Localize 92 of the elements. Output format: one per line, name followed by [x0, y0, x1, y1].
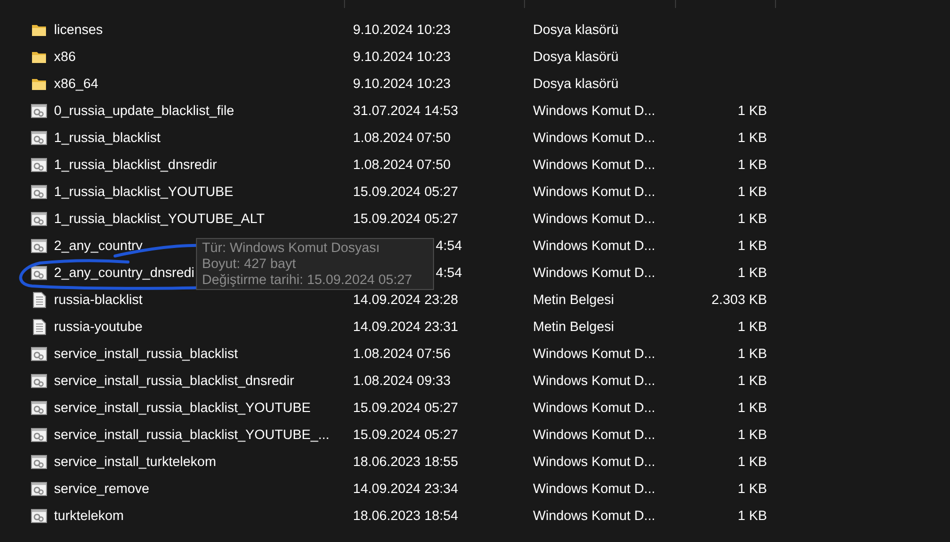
file-name[interactable]: service_install_russia_blacklist_YOUTUBE_...	[54, 427, 330, 442]
file-size: 1 KB	[738, 481, 767, 496]
file-name[interactable]: service_install_russia_blacklist_dnsredir	[54, 373, 294, 388]
file-type: Windows Komut D...	[533, 508, 656, 523]
file-size: 2.303 KB	[711, 292, 767, 307]
file-size: 1 KB	[738, 346, 767, 361]
gear-window-icon	[31, 130, 47, 144]
date-modified: 31.07.2024 14:53	[353, 103, 458, 118]
date-modified: 18.06.2023 18:55	[353, 454, 458, 469]
file-type: Windows Komut D...	[533, 238, 656, 253]
gear-window-icon	[31, 184, 47, 198]
gear-window-icon	[31, 374, 47, 388]
gear-window-icon	[31, 346, 47, 360]
file-name[interactable]: 1_russia_blacklist_YOUTUBE_ALT	[54, 211, 265, 226]
gear-window-icon	[31, 454, 47, 468]
file-type: Windows Komut D...	[533, 130, 656, 145]
text-file-icon	[31, 318, 47, 334]
date-modified: 14.09.2024 23:34	[353, 481, 458, 496]
file-name[interactable]: service_install_turktelekom	[54, 454, 216, 469]
date-modified: 15.09.2024 05:27	[353, 211, 458, 226]
file-name[interactable]: x86_64	[54, 76, 98, 91]
file-name[interactable]: russia-blacklist	[54, 292, 143, 307]
gear-window-icon	[31, 212, 47, 226]
file-name[interactable]: 2_any_country_dnsredi	[54, 265, 194, 280]
tooltip-text: Değiştirme tarihi: 15.09.2024 05:27	[202, 272, 414, 288]
tooltip-text: Tür: Windows Komut Dosyası	[202, 240, 381, 256]
date-modified: 9.10.2024 10:23	[353, 76, 451, 91]
file-type: Metin Belgesi	[533, 319, 614, 334]
date-modified: 9.10.2024 10:23	[353, 22, 451, 37]
date-modified: 4:54	[436, 265, 462, 280]
date-modified: 15.09.2024 05:27	[353, 184, 458, 199]
date-modified: 14.09.2024 23:31	[353, 319, 458, 334]
file-type: Windows Komut D...	[533, 211, 656, 226]
file-name[interactable]: 0_russia_update_blacklist_file	[54, 103, 234, 118]
file-name[interactable]: service_install_russia_blacklist	[54, 346, 238, 361]
file-size: 1 KB	[738, 103, 767, 118]
file-type: Windows Komut D...	[533, 454, 656, 469]
file-name[interactable]: 1_russia_blacklist	[54, 130, 161, 145]
gear-window-icon	[31, 482, 47, 496]
file-name[interactable]: 1_russia_blacklist_dnsredir	[54, 157, 217, 172]
file-type: Dosya klasörü	[533, 49, 619, 64]
file-name[interactable]: turktelekom	[54, 508, 124, 523]
file-type: Windows Komut D...	[533, 103, 656, 118]
date-modified: 9.10.2024 10:23	[353, 49, 451, 64]
gear-window-icon	[31, 158, 47, 172]
text-file-icon	[31, 292, 47, 308]
file-size: 1 KB	[738, 157, 767, 172]
file-name[interactable]: service_remove	[54, 481, 150, 496]
file-size: 1 KB	[738, 238, 767, 253]
file-size: 1 KB	[738, 130, 767, 145]
date-modified: 15.09.2024 05:27	[353, 400, 458, 415]
file-size: 1 KB	[738, 319, 767, 334]
file-name[interactable]: service_install_russia_blacklist_YOUTUBE	[54, 400, 311, 415]
file-type: Windows Komut D...	[533, 184, 656, 199]
date-modified: 1.08.2024 07:56	[353, 346, 451, 361]
file-name[interactable]: 1_russia_blacklist_YOUTUBE	[54, 184, 234, 199]
file-type: Metin Belgesi	[533, 292, 614, 307]
file-size: 1 KB	[738, 373, 767, 388]
file-name[interactable]: x86	[54, 49, 76, 64]
gear-window-icon	[31, 238, 47, 252]
file-size: 1 KB	[738, 184, 767, 199]
file-name[interactable]: russia-youtube	[54, 319, 143, 334]
date-modified: 4:54	[436, 238, 462, 253]
date-modified: 14.09.2024 23:28	[353, 292, 458, 307]
file-type: Dosya klasörü	[533, 76, 619, 91]
gear-window-icon	[31, 266, 47, 280]
file-size: 1 KB	[738, 400, 767, 415]
file-type: Windows Komut D...	[533, 265, 656, 280]
gear-window-icon	[31, 428, 47, 442]
tooltip-text: Boyut: 427 bayt	[202, 256, 297, 272]
file-size: 1 KB	[738, 454, 767, 469]
file-size: 1 KB	[738, 211, 767, 226]
date-modified: 15.09.2024 05:27	[353, 427, 458, 442]
file-type: Windows Komut D...	[533, 157, 656, 172]
date-modified: 1.08.2024 07:50	[353, 157, 451, 172]
file-type: Windows Komut D...	[533, 346, 656, 361]
gear-window-icon	[31, 508, 47, 522]
gear-window-icon	[31, 400, 47, 414]
file-type: Windows Komut D...	[533, 400, 656, 415]
file-type: Windows Komut D...	[533, 373, 656, 388]
file-size: 1 KB	[738, 508, 767, 523]
date-modified: 1.08.2024 07:50	[353, 130, 451, 145]
date-modified: 1.08.2024 09:33	[353, 373, 451, 388]
date-modified: 18.06.2023 18:54	[353, 508, 458, 523]
file-size: 1 KB	[738, 265, 767, 280]
gear-window-icon	[31, 104, 47, 118]
file-size: 1 KB	[738, 427, 767, 442]
file-type: Windows Komut D...	[533, 427, 656, 442]
file-name[interactable]: 2_any_country	[54, 238, 143, 253]
file-type: Windows Komut D...	[533, 481, 656, 496]
file-name[interactable]: licenses	[54, 22, 103, 37]
file-type: Dosya klasörü	[533, 22, 619, 37]
